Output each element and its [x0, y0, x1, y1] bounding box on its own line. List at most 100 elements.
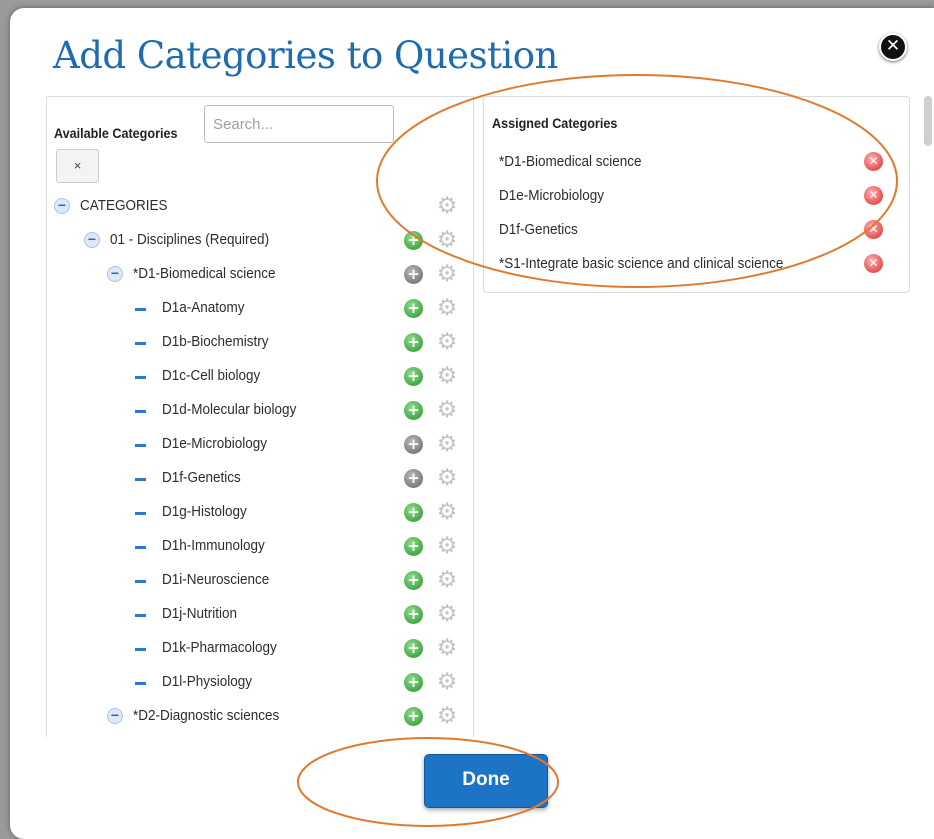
available-categories-panel: Available Categories × −CATEGORIES⚙−01 -…: [46, 96, 474, 737]
tree-row: − CATEGORIES ⚙: [47, 190, 473, 224]
tree-node-label[interactable]: CATEGORIES: [80, 197, 168, 214]
leaf-dash-icon: [135, 512, 146, 515]
tree-node-label[interactable]: D1a-Anatomy: [162, 299, 245, 316]
tree-node-label[interactable]: D1k-Pharmacology: [162, 639, 277, 656]
assigned-category-row: D1e-Microbiology ✕: [484, 180, 909, 214]
add-category-icon: +: [404, 469, 423, 488]
tree-node-label[interactable]: D1j-Nutrition: [162, 605, 237, 622]
tree-row: D1l-Physiology + ⚙: [47, 666, 473, 700]
gear-icon[interactable]: ⚙: [435, 636, 459, 660]
done-button[interactable]: Done: [424, 754, 548, 808]
remove-category-icon[interactable]: ✕: [864, 186, 883, 205]
leaf-dash-icon: [135, 614, 146, 617]
tree-node-label[interactable]: D1h-Immunology: [162, 537, 265, 554]
add-category-icon[interactable]: +: [404, 299, 423, 318]
tree-node-label[interactable]: D1l-Physiology: [162, 673, 252, 690]
add-category-icon[interactable]: +: [404, 639, 423, 658]
available-categories-label: Available Categories: [54, 125, 178, 141]
assigned-category-row: D1f-Genetics ✕: [484, 214, 909, 248]
add-category-icon[interactable]: +: [404, 401, 423, 420]
collapse-toggle-icon[interactable]: −: [107, 266, 123, 282]
tree-node-label[interactable]: *D2-Diagnostic sciences: [133, 707, 279, 724]
collapse-toggle-icon[interactable]: −: [84, 232, 100, 248]
tree-row: D1c-Cell biology + ⚙: [47, 360, 473, 394]
leaf-dash-icon: [135, 682, 146, 685]
add-category-icon[interactable]: +: [404, 571, 423, 590]
add-category-icon[interactable]: +: [404, 673, 423, 692]
tree-row: D1f-Genetics + ⚙: [47, 462, 473, 496]
add-category-icon[interactable]: +: [404, 333, 423, 352]
tree-row: D1d-Molecular biology + ⚙: [47, 394, 473, 428]
collapse-toggle-icon[interactable]: −: [107, 708, 123, 724]
gear-icon[interactable]: ⚙: [435, 330, 459, 354]
add-categories-dialog: Add Categories to Question ✕ Available C…: [10, 8, 934, 839]
category-search-input[interactable]: [204, 105, 394, 143]
leaf-dash-icon: [135, 648, 146, 651]
tree-node-label[interactable]: *D1-Biomedical science: [133, 265, 276, 282]
leaf-dash-icon: [135, 478, 146, 481]
assigned-category-label: *D1-Biomedical science: [499, 153, 642, 170]
gear-icon[interactable]: ⚙: [435, 500, 459, 524]
dialog-scrollbar[interactable]: [924, 96, 932, 146]
leaf-dash-icon: [135, 376, 146, 379]
tree-node-label[interactable]: D1f-Genetics: [162, 469, 241, 486]
assigned-category-row: *S1-Integrate basic science and clinical…: [484, 248, 909, 282]
tree-row: D1e-Microbiology + ⚙: [47, 428, 473, 462]
add-category-icon: +: [404, 265, 423, 284]
tree-row: − *D2-Diagnostic sciences + ⚙: [47, 700, 473, 734]
add-category-icon[interactable]: +: [404, 503, 423, 522]
remove-category-icon[interactable]: ✕: [864, 152, 883, 171]
leaf-dash-icon: [135, 342, 146, 345]
gear-icon[interactable]: ⚙: [435, 364, 459, 388]
tree-row: D1j-Nutrition + ⚙: [47, 598, 473, 632]
gear-icon[interactable]: ⚙: [435, 602, 459, 626]
assigned-category-label: D1e-Microbiology: [499, 187, 605, 204]
add-category-icon[interactable]: +: [404, 605, 423, 624]
tree-row: D1b-Biochemistry + ⚙: [47, 326, 473, 360]
clear-search-button[interactable]: ×: [56, 149, 99, 183]
add-category-icon[interactable]: +: [404, 537, 423, 556]
assigned-categories-label: Assigned Categories: [492, 115, 618, 131]
tree-node-label[interactable]: D1g-Histology: [162, 503, 247, 520]
gear-icon[interactable]: ⚙: [435, 534, 459, 558]
add-category-icon[interactable]: +: [404, 231, 423, 250]
remove-category-icon[interactable]: ✕: [864, 254, 883, 273]
gear-icon[interactable]: ⚙: [435, 262, 459, 286]
add-category-icon[interactable]: +: [404, 367, 423, 386]
tree-node-label[interactable]: D1d-Molecular biology: [162, 401, 296, 418]
leaf-dash-icon: [135, 308, 146, 311]
tree-node-label[interactable]: 01 - Disciplines (Required): [110, 231, 269, 248]
tree-node-label[interactable]: D1b-Biochemistry: [162, 333, 269, 350]
tree-row: D1h-Immunology + ⚙: [47, 530, 473, 564]
leaf-dash-icon: [135, 546, 146, 549]
gear-icon[interactable]: ⚙: [435, 432, 459, 456]
add-category-icon: +: [404, 435, 423, 454]
assigned-category-label: *S1-Integrate basic science and clinical…: [499, 255, 784, 272]
gear-icon[interactable]: ⚙: [435, 228, 459, 252]
leaf-dash-icon: [135, 410, 146, 413]
tree-row: D1a-Anatomy + ⚙: [47, 292, 473, 326]
collapse-toggle-icon[interactable]: −: [54, 198, 70, 214]
assigned-category-label: D1f-Genetics: [499, 221, 578, 238]
gear-icon[interactable]: ⚙: [435, 296, 459, 320]
tree-node-label[interactable]: D1c-Cell biology: [162, 367, 260, 384]
gear-icon[interactable]: ⚙: [435, 568, 459, 592]
gear-icon[interactable]: ⚙: [435, 466, 459, 490]
gear-icon[interactable]: ⚙: [435, 194, 459, 218]
leaf-dash-icon: [135, 444, 146, 447]
add-category-icon[interactable]: +: [404, 707, 423, 726]
tree-row: D1g-Histology + ⚙: [47, 496, 473, 530]
tree-row: D1k-Pharmacology + ⚙: [47, 632, 473, 666]
leaf-dash-icon: [135, 580, 146, 583]
tree-row: −01 - Disciplines (Required) + ⚙: [47, 224, 473, 258]
assigned-categories-panel: Assigned Categories *D1-Biomedical scien…: [483, 96, 910, 293]
tree-node-label[interactable]: D1e-Microbiology: [162, 435, 267, 452]
remove-category-icon[interactable]: ✕: [864, 220, 883, 239]
close-icon[interactable]: ✕: [879, 33, 907, 61]
gear-icon[interactable]: ⚙: [435, 704, 459, 728]
tree-node-label[interactable]: D1i-Neuroscience: [162, 571, 269, 588]
gear-icon[interactable]: ⚙: [435, 670, 459, 694]
gear-icon[interactable]: ⚙: [435, 398, 459, 422]
dialog-title: Add Categories to Question: [53, 34, 558, 77]
tree-row: D1i-Neuroscience + ⚙: [47, 564, 473, 598]
